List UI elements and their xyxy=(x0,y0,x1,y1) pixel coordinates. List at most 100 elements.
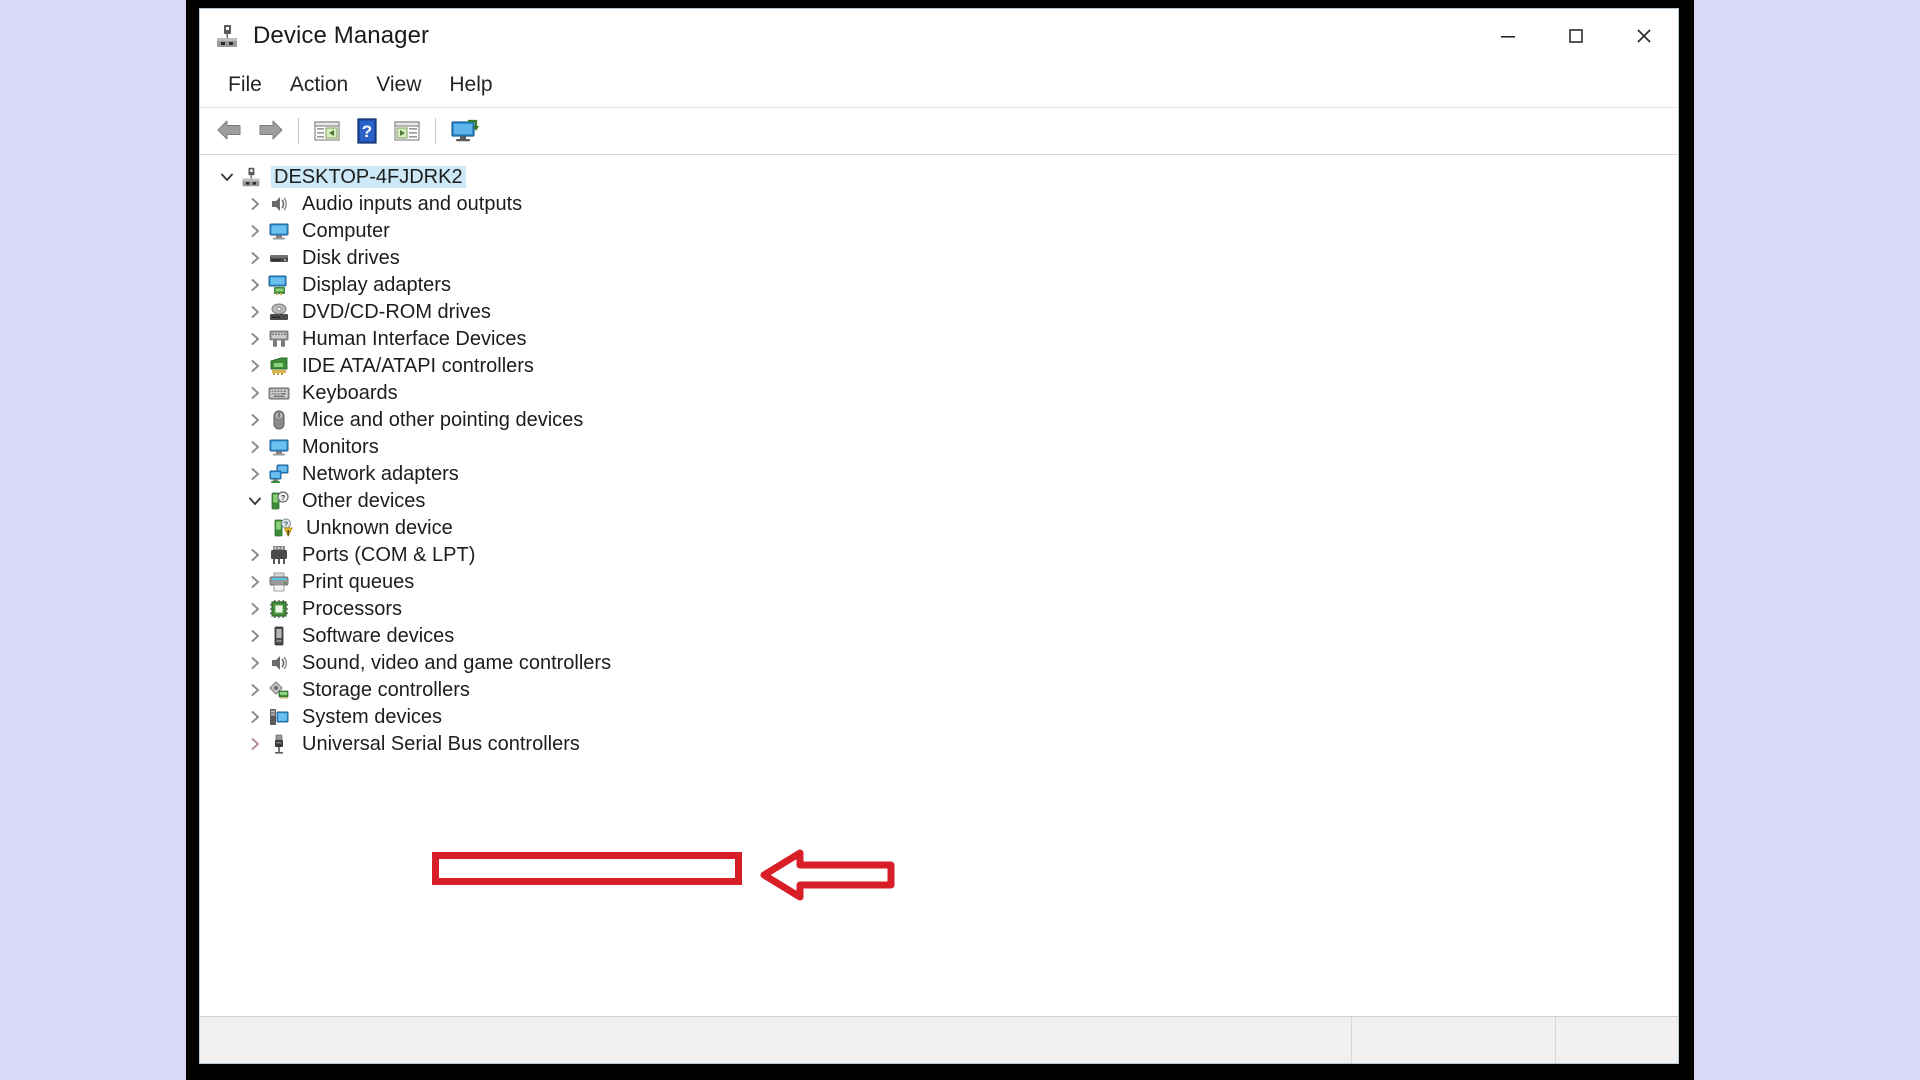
forward-button[interactable] xyxy=(250,112,290,150)
toolbar: ? xyxy=(200,108,1678,155)
tree-item-label: Software devices xyxy=(302,624,455,647)
tree-item-label: Human Interface Devices xyxy=(302,327,527,350)
tree-row[interactable]: Print queues xyxy=(200,568,1678,595)
tree-row[interactable]: Monitors xyxy=(200,433,1678,460)
tree-row[interactable]: System devices xyxy=(200,703,1678,730)
chevron-right-icon[interactable] xyxy=(242,541,268,568)
keyboard-icon xyxy=(268,382,290,404)
tree-item-label: Monitors xyxy=(302,435,379,458)
chevron-right-icon[interactable] xyxy=(242,190,268,217)
help-icon: ? xyxy=(357,118,377,144)
tree-row[interactable]: Audio inputs and outputs xyxy=(200,190,1678,217)
tree-item-label: Display adapters xyxy=(302,273,451,296)
mouse-icon xyxy=(268,409,290,431)
chevron-right-icon[interactable] xyxy=(242,325,268,352)
scan-for-hardware-changes-icon xyxy=(451,119,479,142)
tree-row[interactable]: Storage controllers xyxy=(200,676,1678,703)
menu-file[interactable]: File xyxy=(214,71,276,99)
chevron-right-icon[interactable] xyxy=(242,433,268,460)
chevron-right-icon[interactable] xyxy=(242,244,268,271)
chevron-right-icon[interactable] xyxy=(242,595,268,622)
minimize-button[interactable] xyxy=(1474,9,1542,63)
tree-row[interactable]: Processors xyxy=(200,595,1678,622)
chevron-right-icon[interactable] xyxy=(242,622,268,649)
tree-row[interactable]: Sound, video and game controllers xyxy=(200,649,1678,676)
tree-row[interactable]: IDE ATA/ATAPI controllers xyxy=(200,352,1678,379)
hid-icon xyxy=(268,328,290,350)
ide-controller-icon xyxy=(268,355,290,377)
network-adapter-icon xyxy=(268,463,290,485)
chevron-right-icon[interactable] xyxy=(242,298,268,325)
show-hide-console-tree-button[interactable] xyxy=(387,112,427,150)
tree-row[interactable]: Human Interface Devices xyxy=(200,325,1678,352)
system-device-icon xyxy=(268,706,290,728)
chevron-right-icon[interactable] xyxy=(242,568,268,595)
tree-item-label: Unknown device xyxy=(306,516,453,539)
printer-icon xyxy=(268,571,290,593)
close-button[interactable] xyxy=(1610,9,1678,63)
chevron-right-icon[interactable] xyxy=(242,352,268,379)
tree-row[interactable]: Ports (COM & LPT) xyxy=(200,541,1678,568)
monitor-icon xyxy=(268,436,290,458)
port-icon xyxy=(268,544,290,566)
tree-row[interactable]: Network adapters xyxy=(200,460,1678,487)
chevron-right-icon[interactable] xyxy=(242,703,268,730)
chevron-right-icon[interactable] xyxy=(242,649,268,676)
tree-row[interactable]: DVD/CD-ROM drives xyxy=(200,298,1678,325)
toolbar-separator-2 xyxy=(435,118,436,144)
tree-item-label: IDE ATA/ATAPI controllers xyxy=(302,354,534,377)
device-tree[interactable]: DESKTOP-4FJDRK2 Audio inputs and outputs xyxy=(200,155,1678,1016)
chevron-right-icon[interactable] xyxy=(242,676,268,703)
status-bar xyxy=(200,1016,1678,1063)
tree-item-label: Disk drives xyxy=(302,246,400,269)
tree-row[interactable]: Computer xyxy=(200,217,1678,244)
speaker-icon xyxy=(268,193,290,215)
show-hide-console-tree-icon xyxy=(394,121,420,141)
tree-row[interactable]: Keyboards xyxy=(200,379,1678,406)
optical-drive-icon xyxy=(268,301,290,323)
menu-help[interactable]: Help xyxy=(435,71,506,99)
tree-row[interactable]: Display adapters xyxy=(200,271,1678,298)
tree-item-label: Keyboards xyxy=(302,381,398,404)
menu-bar: File Action View Help xyxy=(200,63,1678,108)
chevron-down-icon[interactable] xyxy=(214,163,240,190)
chevron-right-icon[interactable] xyxy=(242,460,268,487)
tree-item-label: Processors xyxy=(302,597,403,620)
menu-view[interactable]: View xyxy=(362,71,435,99)
chevron-right-icon[interactable] xyxy=(242,406,268,433)
maximize-button[interactable] xyxy=(1542,9,1610,63)
properties-button[interactable] xyxy=(307,112,347,150)
tree-item-label: Mice and other pointing devices xyxy=(302,408,584,431)
tree-item-label: Print queues xyxy=(302,570,415,593)
storage-controller-icon xyxy=(268,679,290,701)
tree-row[interactable]: ? Other devices xyxy=(200,487,1678,514)
forward-icon xyxy=(259,120,283,140)
chevron-right-icon[interactable] xyxy=(242,730,268,757)
tree-root-label: DESKTOP-4FJDRK2 xyxy=(271,165,466,188)
tree-item-label: Sound, video and game controllers xyxy=(302,651,612,674)
chevron-down-icon[interactable] xyxy=(242,487,268,514)
tree-row[interactable]: Software devices xyxy=(200,622,1678,649)
menu-action[interactable]: Action xyxy=(276,71,362,99)
chevron-right-icon[interactable] xyxy=(242,217,268,244)
properties-icon xyxy=(314,121,340,141)
tree-row[interactable]: DESKTOP-4FJDRK2 xyxy=(200,163,1678,190)
tree-row[interactable]: Disk drives xyxy=(200,244,1678,271)
status-pane-message xyxy=(200,1017,1352,1063)
back-button[interactable] xyxy=(210,112,250,150)
tree-row[interactable]: ? Unknown device xyxy=(200,514,1678,541)
window-title: Device Manager xyxy=(253,22,430,49)
svg-text:?: ? xyxy=(284,521,288,528)
other-device-icon: ? xyxy=(268,490,290,512)
scan-for-hardware-changes-button[interactable] xyxy=(444,112,484,150)
tree-row-usb-controllers[interactable]: Universal Serial Bus controllers xyxy=(200,730,1678,757)
svg-text:?: ? xyxy=(362,122,372,141)
chevron-right-icon[interactable] xyxy=(242,271,268,298)
tree-row[interactable]: Mice and other pointing devices xyxy=(200,406,1678,433)
svg-text:?: ? xyxy=(281,493,286,502)
caption-button-group xyxy=(1474,9,1678,63)
chevron-right-icon[interactable] xyxy=(242,379,268,406)
help-button[interactable]: ? xyxy=(347,112,387,150)
title-bar: Device Manager xyxy=(200,9,1678,63)
speaker-icon xyxy=(268,652,290,674)
